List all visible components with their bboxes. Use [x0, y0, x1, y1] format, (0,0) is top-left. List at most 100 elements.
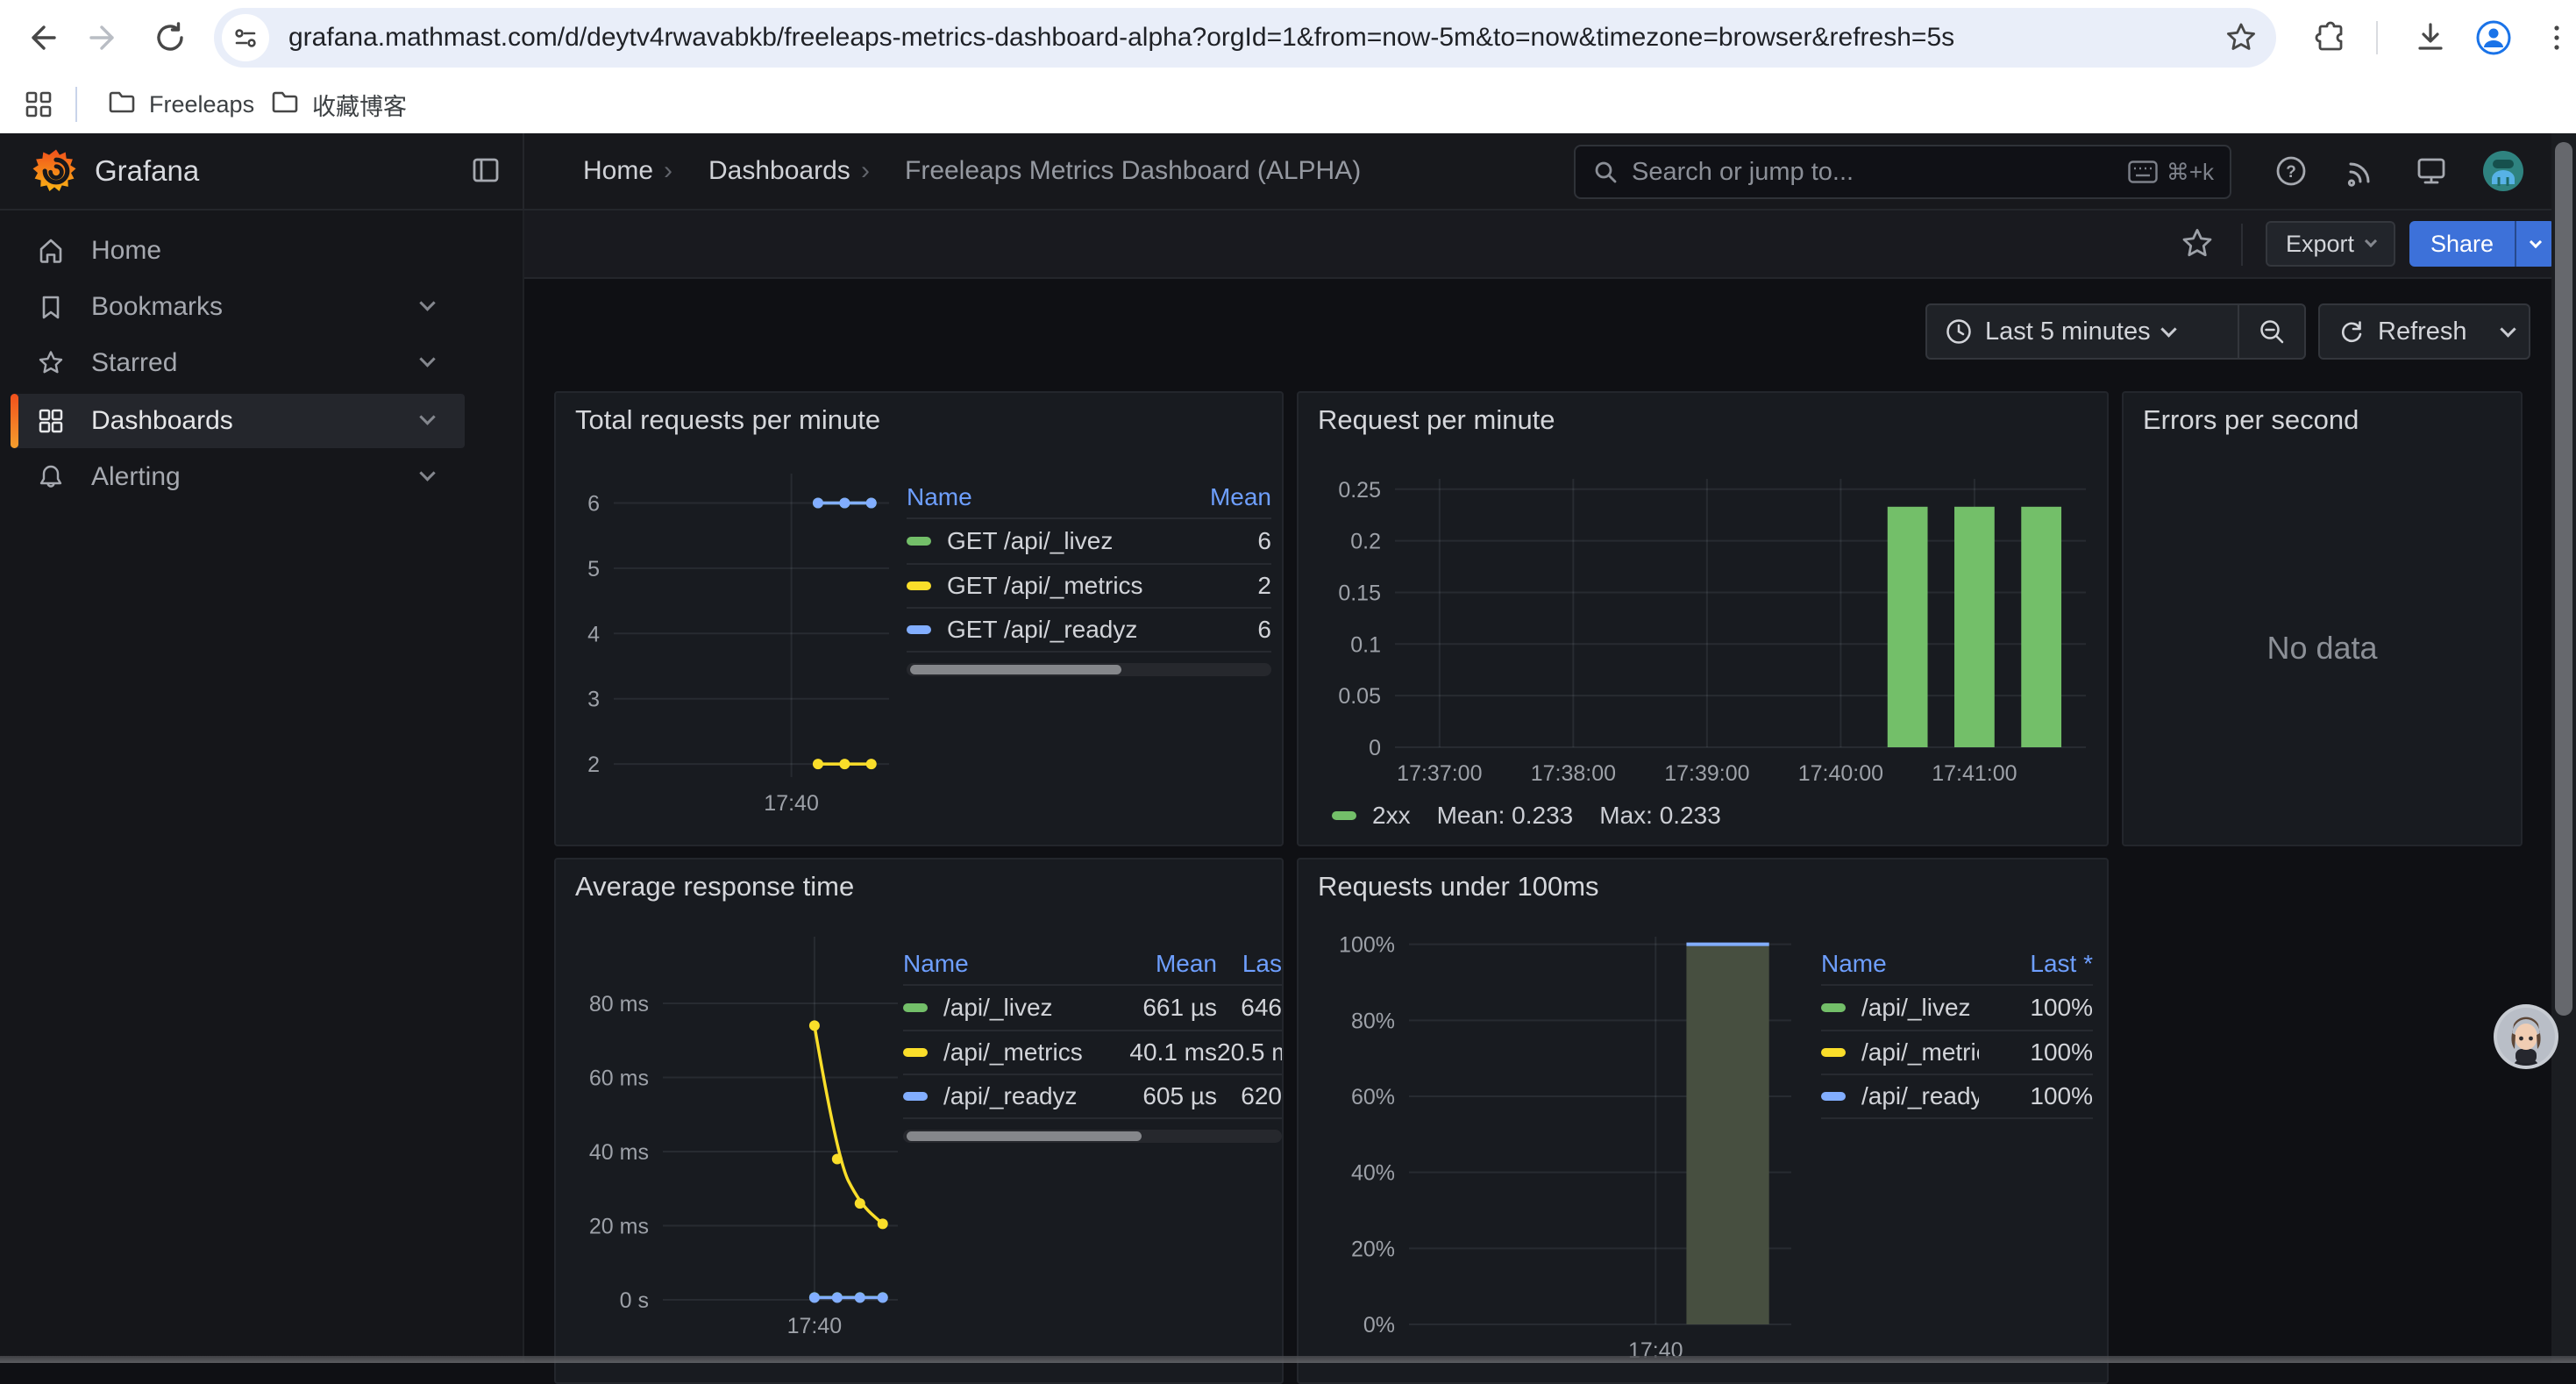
browser-address-bar[interactable]: grafana.mathmast.com/d/deytv4rwavabkb/fr…	[214, 8, 2276, 68]
legend-row[interactable]: /api/_livez100%	[1821, 986, 2093, 1030]
legend-column-header[interactable]: Name	[1821, 950, 1979, 978]
sidebar-item-alerting[interactable]: Alerting	[11, 450, 465, 504]
assistant-avatar[interactable]	[2493, 1003, 2559, 1070]
browser-back-icon[interactable]	[21, 18, 60, 57]
sidebar-item-bookmarks[interactable]: Bookmarks	[11, 280, 465, 334]
breadcrumb-home[interactable]: Home	[583, 156, 653, 186]
share-button[interactable]: Share	[2409, 221, 2515, 267]
chevron-down-icon	[2500, 321, 2516, 337]
apps-grid-icon[interactable]	[19, 85, 58, 124]
series-name: /api/_readyz	[943, 1082, 1078, 1110]
panel-title[interactable]: Requests under 100ms	[1318, 871, 1599, 902]
bookmark-folder-freeleaps[interactable]: Freeleaps	[107, 75, 254, 133]
bookmark-folder-blogs[interactable]: 收藏博客	[270, 75, 407, 133]
grafana-logo[interactable]	[32, 146, 81, 200]
legend-horizontal-scrollbar[interactable]	[907, 663, 1271, 676]
legend-row[interactable]: /api/_livez661 µs646	[903, 986, 1282, 1030]
series-color-pill	[1332, 811, 1356, 820]
series-color-pill	[907, 537, 931, 546]
share-menu-button[interactable]	[2515, 221, 2555, 267]
svg-text:?: ?	[2286, 163, 2296, 182]
series-color-pill	[1821, 1003, 1846, 1012]
series-legend[interactable]: 2xx Mean: 0.233 Max: 0.233	[1332, 802, 1721, 830]
breadcrumb-dashboards[interactable]: Dashboards	[708, 156, 850, 186]
legend-column-header[interactable]: Name	[903, 950, 1085, 978]
folder-icon	[107, 87, 137, 123]
grafana-header-left: Grafana	[0, 133, 524, 209]
user-avatar[interactable]	[2481, 149, 2525, 193]
search-input[interactable]: Search or jump to... ⌘+k	[1574, 145, 2231, 199]
legend-row[interactable]: GET /api/_metrics2	[907, 563, 1271, 607]
bell-icon	[37, 463, 65, 491]
legend-row[interactable]: GET /api/_readyz6	[907, 607, 1271, 651]
panel-title[interactable]: Total requests per minute	[575, 404, 880, 436]
legend-column-header[interactable]: Name	[907, 483, 1175, 511]
sidebar-item-dashboards[interactable]: Dashboards	[11, 394, 465, 448]
chevron-down-icon[interactable]	[419, 465, 435, 481]
browser-forward-icon[interactable]	[86, 18, 125, 57]
dock-menu-icon[interactable]	[468, 153, 503, 192]
browser-reload-icon[interactable]	[151, 18, 189, 57]
bookmark-star-icon[interactable]	[2222, 18, 2260, 57]
svg-text:0.15: 0.15	[1338, 581, 1381, 605]
browser-toolbar-divider	[2376, 21, 2378, 54]
legend-row[interactable]: /api/_metrics100%	[1821, 1030, 2093, 1074]
browser-profile-icon[interactable]	[2474, 18, 2513, 57]
sidebar-item-home[interactable]: Home	[11, 224, 465, 278]
downloads-icon[interactable]	[2411, 18, 2450, 57]
series-name: /api/_livez	[1861, 994, 1971, 1022]
sidebar-item-label: Bookmarks	[91, 292, 223, 322]
legend-value: 6	[1175, 527, 1271, 555]
legend-horizontal-scrollbar[interactable]	[903, 1130, 1282, 1143]
site-settings-icon[interactable]	[222, 14, 269, 61]
chevron-down-icon[interactable]	[419, 351, 435, 367]
request-per-minute-chart[interactable]: 00.050.10.150.20.2517:37:0017:38:0017:39…	[1311, 458, 2096, 796]
time-controls-group: Last 5 minutes	[1925, 303, 2306, 360]
page-scrollbar[interactable]	[2551, 133, 2576, 1363]
favorite-star-icon[interactable]	[2180, 226, 2215, 266]
time-range-picker[interactable]: Last 5 minutes	[1927, 305, 2238, 358]
total-requests-chart[interactable]: 6543217:40	[568, 458, 901, 837]
legend-column-header[interactable]: Mean	[1085, 950, 1217, 978]
chevron-down-icon	[2365, 235, 2377, 247]
grafana-header: Grafana Home › Dashboards › Freeleaps Me…	[0, 133, 2576, 210]
legend-row[interactable]: GET /api/_livez6	[907, 519, 1271, 563]
panel-title[interactable]: Average response time	[575, 871, 854, 902]
legend-column-header[interactable]: Las	[1217, 950, 1282, 978]
export-button[interactable]: Export	[2266, 221, 2395, 267]
legend-table: NameMeanLas/api/_livez661 µs646/api/_met…	[903, 944, 1282, 1143]
chevron-down-icon[interactable]	[419, 409, 435, 424]
svg-text:17:40: 17:40	[787, 1314, 843, 1338]
legend-row[interactable]: /api/_metrics40.1 ms20.5 m	[903, 1030, 1282, 1074]
sidebar-item-starred[interactable]: Starred	[11, 336, 465, 390]
legend-value: 620	[1217, 1082, 1282, 1110]
refresh-interval-button[interactable]	[2485, 305, 2531, 358]
legend-column-header[interactable]: Last *	[1979, 950, 2093, 978]
legend-column-header[interactable]: Mean	[1175, 483, 1271, 511]
chevron-down-icon[interactable]	[419, 295, 435, 310]
svg-text:0: 0	[1369, 736, 1381, 760]
zoom-out-button[interactable]	[2239, 305, 2304, 358]
svg-text:17:40: 17:40	[764, 791, 819, 816]
requests-under-100ms-chart[interactable]: 0%20%40%60%80%100%17:40	[1311, 924, 1805, 1363]
series-color-pill	[907, 625, 931, 634]
svg-text:2: 2	[587, 753, 600, 777]
panel-title[interactable]: Request per minute	[1318, 404, 1555, 436]
home-icon	[37, 237, 65, 265]
legend-row[interactable]: /api/_readyz605 µs620	[903, 1074, 1282, 1117]
panel-title[interactable]: Errors per second	[2143, 404, 2359, 436]
extensions-icon[interactable]	[2311, 18, 2350, 57]
legend-row[interactable]: /api/_readyz100%	[1821, 1074, 2093, 1117]
keyboard-icon	[2128, 161, 2158, 183]
average-response-time-chart[interactable]: 0 s20 ms40 ms60 ms80 ms17:40	[568, 924, 908, 1363]
browser-chrome: grafana.mathmast.com/d/deytv4rwavabkb/fr…	[0, 0, 2576, 133]
page-scrollbar-thumb[interactable]	[2555, 142, 2572, 1016]
series-name: /api/_metrics	[1861, 1038, 1979, 1067]
help-icon[interactable]: ?	[2269, 149, 2313, 193]
browser-menu-icon[interactable]	[2537, 18, 2576, 57]
kiosk-monitor-icon[interactable]	[2409, 149, 2453, 193]
refresh-controls-group: Refresh	[2318, 303, 2530, 360]
bookmark-icon	[37, 293, 65, 321]
news-rss-icon[interactable]	[2339, 149, 2383, 193]
refresh-button[interactable]: Refresh	[2320, 305, 2485, 358]
